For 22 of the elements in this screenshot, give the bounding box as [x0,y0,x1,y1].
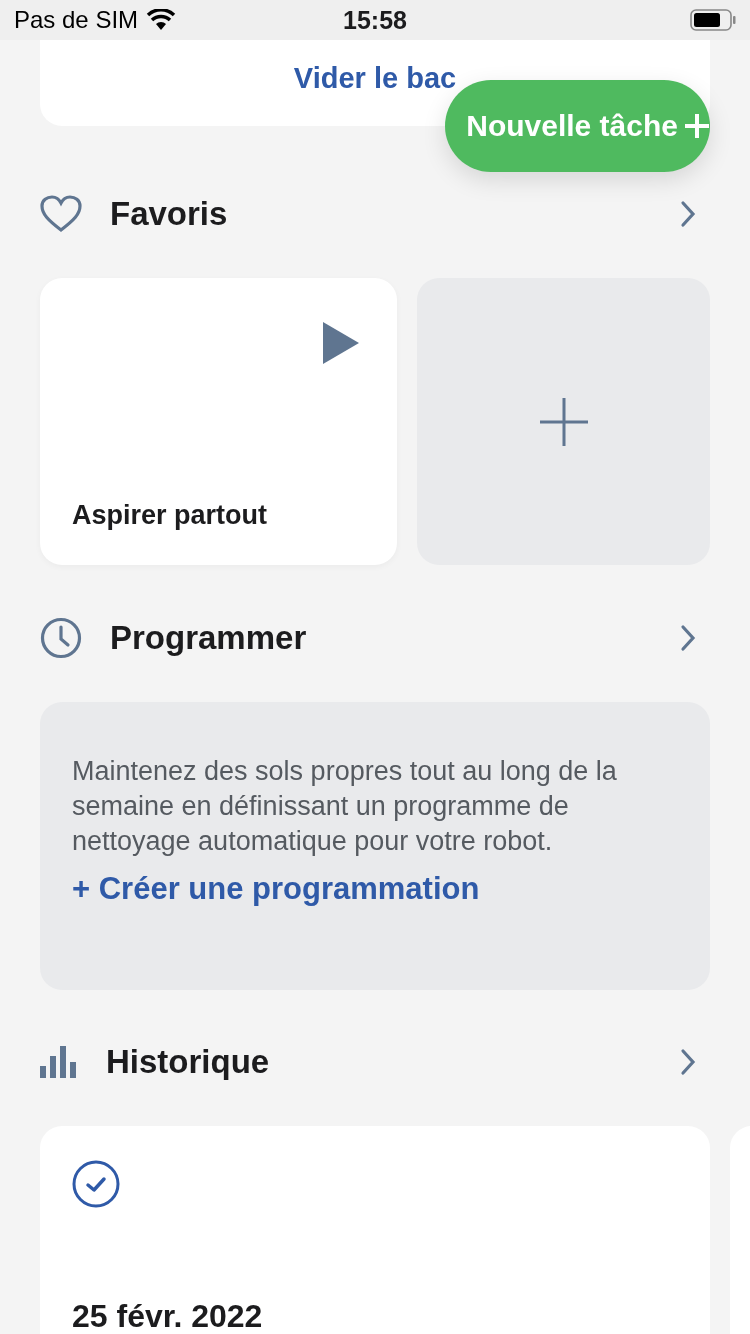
clock-time: 15:58 [343,5,407,35]
create-schedule-link[interactable]: + Créer une programmation [72,871,480,907]
plus-icon [538,396,589,447]
history-card[interactable]: 25 févr. 2022 [40,1126,710,1334]
section-title: Historique [106,1043,270,1081]
battery-icon [690,9,736,31]
section-title: Programmer [110,619,307,657]
play-icon[interactable] [321,320,361,366]
history-date: 25 févr. 2022 [72,1298,264,1334]
chevron-right-icon[interactable] [680,624,696,652]
chevron-right-icon[interactable] [680,200,696,228]
favorite-label: Aspirer partout [72,500,269,531]
wifi-icon [146,9,177,31]
schedule-description: Maintenez des sols propres tout au long de la semaine en définissant un programme de nettoyage automatique pour votre robot. [72,755,618,858]
section-title: Favoris [110,195,228,233]
plus-icon [684,113,710,139]
clock-icon [40,617,82,659]
carrier-label: Pas de SIM [14,6,139,34]
bar-chart-icon [40,1046,78,1078]
heart-icon [40,195,82,233]
chevron-right-icon[interactable] [680,1048,696,1076]
favorite-card[interactable]: Aspirer partout [40,278,397,565]
